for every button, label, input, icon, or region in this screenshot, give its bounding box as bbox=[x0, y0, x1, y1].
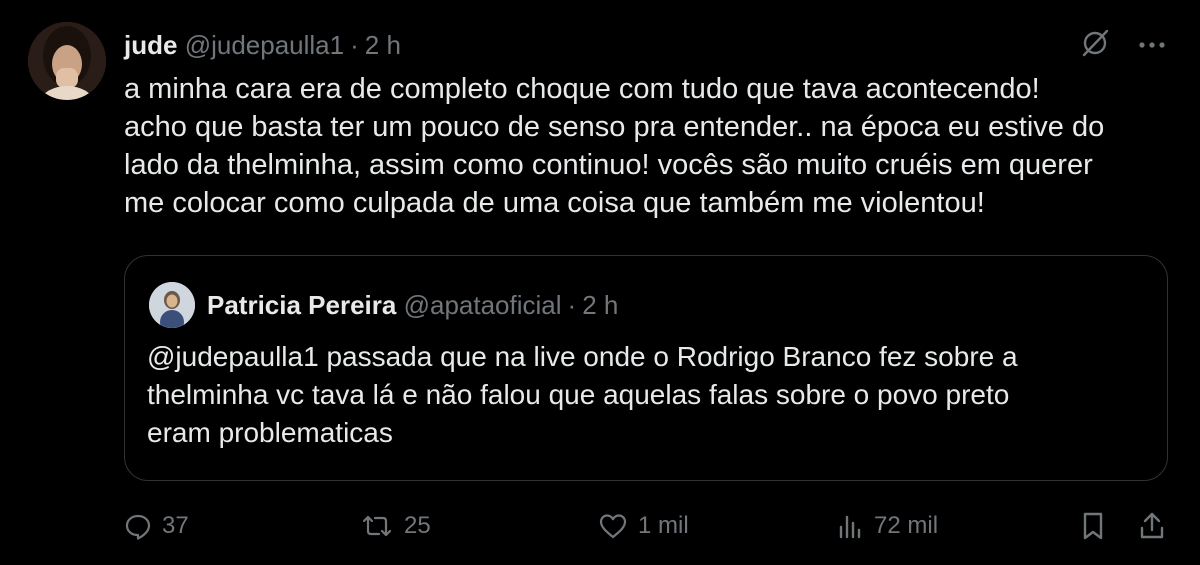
tweet-text: a minha cara era de completo choque com … bbox=[124, 70, 1174, 222]
like-button[interactable]: 1 mil bbox=[598, 506, 689, 546]
views-button[interactable]: 72 mil bbox=[836, 506, 938, 546]
quoted-separator-dot: · bbox=[567, 290, 577, 320]
bookmark-icon bbox=[1080, 511, 1106, 541]
repost-button[interactable]: 25 bbox=[360, 506, 431, 546]
tweet-text-line: acho que basta ter um pouco de senso pra… bbox=[124, 111, 1105, 143]
quoted-text: @judepaulla1 passada que na live onde o … bbox=[147, 338, 1147, 452]
bookmark-button[interactable] bbox=[1080, 506, 1106, 546]
author-avatar-image bbox=[28, 22, 106, 100]
tweet: jude @judepaulla1 · 2 h a minha cara era d… bbox=[0, 0, 1200, 565]
tweet-text-line: a minha cara era de completo choque com … bbox=[124, 73, 1040, 105]
quoted-timestamp[interactable]: 2 h bbox=[582, 290, 618, 320]
quoted-author-avatar-image bbox=[149, 282, 195, 328]
grok-icon[interactable] bbox=[1080, 28, 1110, 63]
quoted-text-line: thelminha vc tava lá e não falou que aqu… bbox=[147, 379, 1010, 410]
author-name[interactable]: jude bbox=[124, 30, 177, 60]
tweet-text-line: me colocar como culpada de uma coisa que… bbox=[124, 187, 985, 219]
quoted-text-line: @judepaulla1 passada que na live onde o … bbox=[147, 341, 1018, 372]
share-icon bbox=[1138, 511, 1166, 541]
quoted-author-name[interactable]: Patricia Pereira bbox=[207, 290, 396, 320]
like-count: 1 mil bbox=[638, 512, 689, 539]
quoted-text-line: eram problematicas bbox=[147, 417, 393, 448]
tweet-text-line: lado da thelminha, assim como continuo! … bbox=[124, 149, 1093, 181]
repost-icon bbox=[360, 512, 394, 540]
reply-icon bbox=[124, 512, 152, 540]
quoted-header: Patricia Pereira @apataoficial · 2 h bbox=[207, 288, 618, 322]
action-bar: 37 25 1 mil 72 mil bbox=[124, 506, 1174, 546]
quoted-author-handle[interactable]: @apataoficial bbox=[404, 290, 562, 320]
quoted-tweet[interactable]: Patricia Pereira @apataoficial · 2 h @jude… bbox=[124, 255, 1168, 481]
views-count: 72 mil bbox=[874, 512, 939, 539]
author-avatar[interactable] bbox=[28, 22, 106, 100]
top-actions bbox=[1080, 28, 1166, 63]
author-handle[interactable]: @judepaulla1 bbox=[185, 30, 344, 60]
repost-count: 25 bbox=[404, 512, 431, 539]
share-button[interactable] bbox=[1138, 506, 1166, 546]
reply-count: 37 bbox=[162, 512, 189, 539]
tweet-header: jude @judepaulla1 · 2 h bbox=[124, 28, 401, 62]
separator-dot: · bbox=[350, 30, 359, 60]
heart-icon bbox=[598, 512, 628, 540]
views-icon bbox=[836, 512, 864, 540]
quoted-author-avatar[interactable] bbox=[149, 282, 195, 328]
reply-button[interactable]: 37 bbox=[124, 506, 189, 546]
tweet-timestamp[interactable]: 2 h bbox=[365, 30, 401, 60]
more-icon[interactable] bbox=[1138, 37, 1166, 55]
